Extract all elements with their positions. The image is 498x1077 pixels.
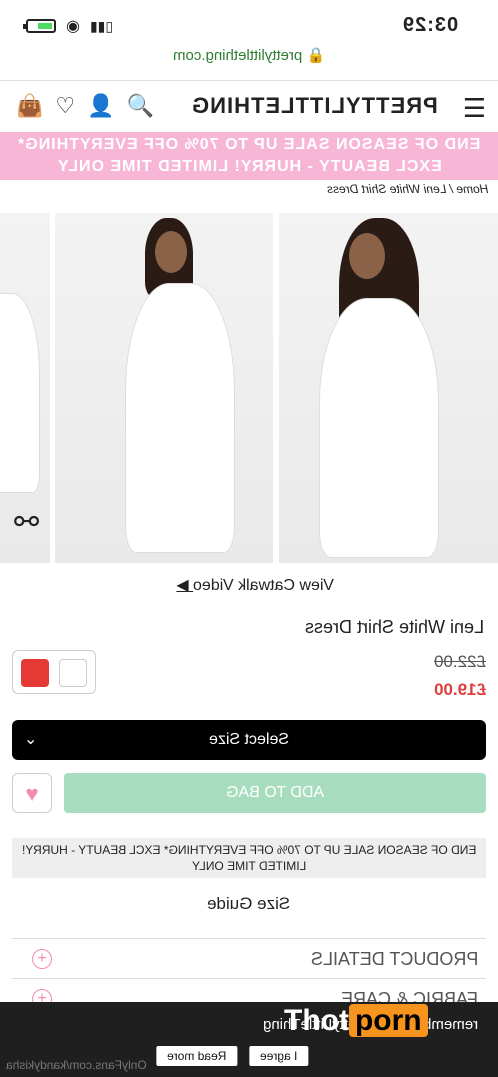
add-to-bag-label: ADD TO BAG: [225, 784, 325, 801]
watermark-text: OnlyFans.com/kandykisha: [6, 1058, 147, 1072]
add-to-bag-button[interactable]: ADD TO BAG: [64, 773, 486, 813]
heart-filled-icon: ♥: [25, 781, 39, 806]
lock-icon: 🔒: [306, 47, 326, 64]
share-icon[interactable]: ⚯: [14, 505, 39, 540]
size-guide-link[interactable]: Size Guide: [0, 894, 498, 914]
heart-icon[interactable]: ♡: [55, 93, 75, 119]
color-swatches: [12, 650, 96, 694]
select-size-label: Select Size: [208, 731, 290, 748]
signal-icon: ▮▮▯: [89, 17, 114, 34]
swatch-red[interactable]: [21, 659, 49, 687]
product-gallery[interactable]: [0, 213, 498, 565]
search-icon[interactable]: 🔍: [127, 93, 154, 119]
status-icons: ◉ ▮▮▯: [23, 16, 114, 36]
wifi-icon: ◉: [66, 18, 80, 35]
watermark-logo-part-b: porn: [348, 1004, 428, 1037]
plus-icon: +: [32, 949, 52, 969]
play-icon: ◀: [176, 577, 189, 594]
url-bar[interactable]: prettylittlething.com 🔒: [0, 46, 498, 76]
header-icons: 👜 ♡ 👤 🔍: [16, 93, 154, 119]
product-title: Leni White Shirt Dress: [304, 617, 484, 637]
site-logo[interactable]: PRETTYLITTLETHING: [191, 93, 438, 119]
product-image-back[interactable]: [55, 213, 273, 563]
promo-line-2: EXCL BEAUTY - HURRY! LIMITED TIME ONLY: [56, 158, 442, 175]
watermark-logo: Thot porn: [284, 1004, 428, 1038]
promo-banner[interactable]: END OF SEASON SALE UP TO 70% OFF EVERYTH…: [0, 132, 498, 180]
accordion-label: PRODUCT DETAILS: [310, 949, 478, 969]
promo-line-1: END OF SEASON SALE UP TO 70% OFF EVERYTH…: [17, 136, 481, 153]
breadcrumb[interactable]: Home / Leni White Shirt Dress: [327, 182, 488, 196]
url-text: prettylittlething.com: [172, 47, 303, 64]
watermark-logo-part-a: Thot: [284, 1004, 349, 1037]
cookie-buttons: Read more I agree: [156, 1046, 309, 1066]
product-image-front[interactable]: [279, 213, 498, 563]
read-more-button[interactable]: Read more: [156, 1046, 238, 1066]
select-size-dropdown[interactable]: ⌄ Select Size: [12, 720, 486, 760]
accordion-product-details[interactable]: + PRODUCT DETAILS: [12, 938, 486, 978]
old-price: £22.00: [434, 652, 486, 671]
catwalk-video-label: View Catwalk Video: [193, 577, 334, 594]
site-header: 👜 ♡ 👤 🔍 PRETTYLITTLETHING ☰: [0, 80, 498, 132]
status-time: 03:29: [401, 14, 458, 36]
agree-button[interactable]: I agree: [249, 1046, 309, 1066]
user-icon[interactable]: 👤: [87, 93, 114, 119]
promo-box: END OF SEASON SALE UP TO 70% OFF EVERYTH…: [12, 838, 486, 878]
sale-price: £19.00: [434, 680, 486, 699]
catwalk-video-link[interactable]: ◀ View Catwalk Video: [176, 575, 334, 595]
swatch-white[interactable]: [59, 659, 87, 687]
status-bar: ◉ ▮▮▯ 03:29: [0, 0, 498, 46]
menu-icon[interactable]: ☰: [463, 93, 486, 124]
size-guide-label: Size Guide: [207, 894, 291, 913]
promo-box-line-1: END OF SEASON SALE UP TO 70% OFF EVERYTH…: [21, 843, 477, 857]
promo-box-line-2: LIMITED TIME ONLY: [191, 859, 307, 873]
battery-icon: [23, 19, 56, 33]
wishlist-button[interactable]: ♥: [12, 773, 52, 813]
bag-icon[interactable]: 👜: [16, 93, 43, 119]
chevron-down-icon: ⌄: [24, 731, 38, 748]
